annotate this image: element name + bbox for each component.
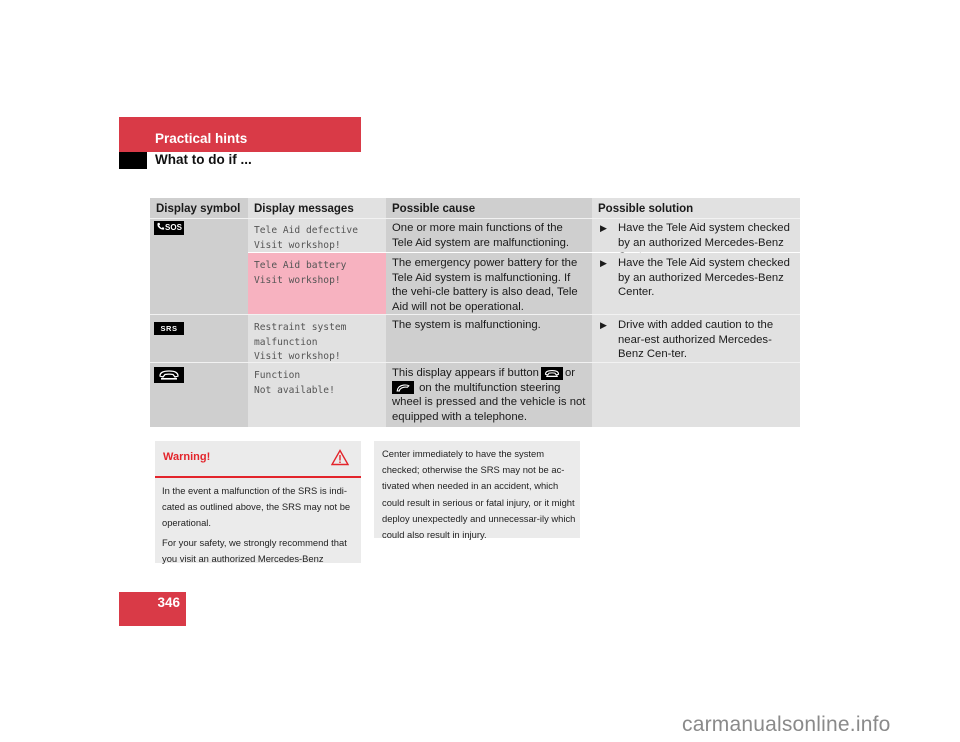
row-divider — [150, 314, 800, 315]
warning-divider — [155, 476, 361, 478]
warning-continuation-box: Center immediately to have the system ch… — [374, 441, 580, 540]
warning-continuation-text: Center immediately to have the system ch… — [382, 448, 576, 541]
phone-end-call-icon — [540, 367, 563, 380]
table-cell-cause: The system is malfunctioning. — [386, 315, 592, 362]
cause-text: or — [564, 367, 575, 379]
watermark: carmanualsonline.info — [682, 713, 891, 736]
table-cell-symbol: SRS — [150, 315, 248, 362]
solution-text: Have the Tele Aid system checked by an a… — [618, 257, 790, 298]
table-cell-symbol: SOS — [150, 218, 248, 314]
phone-end-call-icon — [154, 367, 184, 383]
warning-paragraph: For your safety, we strongly recommend t… — [162, 536, 347, 564]
message-line: Visit workshop! — [254, 239, 341, 251]
table-cell-cause: The emergency power battery for the Tele… — [386, 253, 592, 314]
table-cell-cause: One or more main functions of the Tele A… — [386, 218, 592, 252]
warning-title: Warning! — [163, 451, 211, 463]
message-line: Restraint system — [254, 322, 347, 333]
message-line: malfunction — [254, 336, 318, 348]
message-line: Not available! — [254, 384, 335, 396]
section-title: Practical hints — [155, 131, 248, 146]
bullet-arrow-icon: ▶ — [600, 320, 607, 330]
cause-text: This display appears if button — [392, 367, 539, 379]
warning-paragraph: In the event a malfunction of the SRS is… — [162, 485, 351, 529]
bullet-arrow-icon: ▶ — [600, 258, 607, 268]
srs-icon: SRS — [154, 321, 184, 335]
message-line: Tele Aid battery — [254, 260, 347, 271]
table-cell-message-highlighted: Tele Aid battery Visit workshop! — [248, 253, 386, 314]
warning-triangle-icon — [331, 449, 349, 466]
warning-box: Warning! In the event a malfunction of t… — [155, 441, 361, 564]
message-line: Tele Aid defective — [254, 225, 358, 236]
column-header-messages: Display messages — [248, 198, 386, 218]
message-line: Visit workshop! — [254, 274, 341, 286]
warning-text: In the event a malfunction of the SRS is… — [162, 483, 358, 570]
cause-text: on the multifunction steering wheel is p… — [392, 381, 586, 423]
row-divider — [150, 218, 800, 219]
column-header-cause: Possible cause — [386, 198, 592, 218]
phone-call-icon — [392, 381, 414, 394]
table-cell-message: Restraint system malfunction Visit works… — [248, 315, 386, 362]
table-cell-symbol — [150, 363, 248, 427]
table-cell-message: Tele Aid defective Visit workshop! — [248, 218, 386, 252]
column-header-symbol: Display symbol — [150, 198, 248, 218]
table-cell-message: Function Not available! — [248, 363, 386, 427]
column-header-solution: Possible solution — [592, 198, 800, 218]
tele-aid-sos-icon: SOS — [154, 221, 184, 236]
page-number: 346 — [157, 595, 180, 610]
table-cell-solution: ▶ Have the Tele Aid system checked by an … — [592, 218, 800, 263]
solution-text: Drive with added caution to the near-est… — [618, 319, 774, 360]
table-cell-cause: This display appears if button or on the … — [386, 363, 592, 427]
message-line: Function — [254, 370, 301, 381]
page-number-box: 346 — [119, 592, 186, 626]
subsection-title: What to do if ... — [155, 152, 252, 167]
table-cell-solution-empty — [592, 363, 800, 427]
row-divider — [150, 362, 800, 363]
table-cell-solution: ▶ Drive with added caution to the near-es… — [592, 315, 800, 362]
table-cell-solution: ▶ Have the Tele Aid system checked by an … — [592, 253, 800, 314]
subsection-marker — [119, 152, 147, 169]
